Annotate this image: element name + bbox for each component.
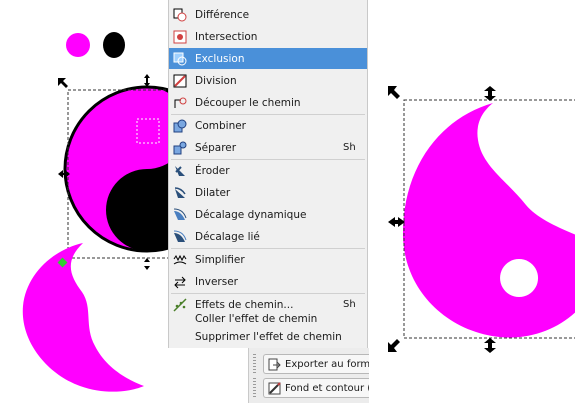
inset-icon — [175, 165, 185, 176]
intersection-icon — [173, 30, 187, 43]
menu-item-intersection[interactable]: Intersection — [169, 26, 367, 47]
menu-item-cut-path[interactable]: Découper le chemin — [169, 92, 367, 113]
division-icon — [173, 74, 187, 87]
exclusion-icon — [173, 52, 187, 65]
yin-fragment-shape[interactable] — [22, 243, 145, 392]
fill-stroke-icon — [268, 381, 281, 394]
menu-item-remove-path-effect[interactable]: Supprimer l'effet de chemin — [169, 326, 367, 347]
simplify-icon — [173, 254, 187, 264]
menu-item-simplify[interactable]: Simplifier — [169, 249, 367, 270]
combine-icon — [173, 119, 187, 132]
menu-item-inset[interactable]: Éroder — [169, 160, 367, 181]
menu-item-outset[interactable]: Dilater — [169, 182, 367, 203]
fill-stroke-button[interactable]: Fond et contour ( — [263, 378, 369, 398]
difference-icon — [173, 8, 187, 21]
outset-icon — [174, 186, 186, 198]
menu-item-linked-offset[interactable]: Décalage lié — [169, 226, 367, 247]
black-dot-shape[interactable] — [103, 32, 125, 58]
dock-grip-handle[interactable] — [253, 354, 256, 374]
cut-path-icon — [174, 97, 187, 108]
magenta-dot-shape[interactable] — [66, 33, 90, 57]
menu-item-difference[interactable]: Différence — [169, 4, 367, 25]
dock-grip-handle[interactable] — [253, 378, 256, 398]
result-shape[interactable] — [402, 103, 575, 338]
export-icon — [268, 358, 281, 370]
menu-item-exclusion[interactable]: Exclusion — [169, 48, 367, 69]
menu-item-dynamic-offset[interactable]: Décalage dynamique — [169, 204, 367, 225]
export-button[interactable]: Exporter au form — [263, 354, 369, 374]
menu-item-division[interactable]: Division — [169, 70, 367, 91]
dock-panel: Exporter au form Fond et contour ( — [248, 348, 369, 403]
menu-item-combine[interactable]: Combiner — [169, 115, 367, 136]
break-apart-icon — [173, 141, 187, 154]
dynamic-offset-icon — [173, 208, 187, 220]
linked-offset-icon — [173, 230, 187, 242]
menu-item-break-apart[interactable]: Séparer Sh — [169, 137, 367, 158]
path-menu: Différence Intersection Exclusion Divisi… — [168, 0, 368, 348]
menu-item-reverse[interactable]: Inverser — [169, 271, 367, 292]
reverse-icon — [174, 276, 186, 288]
